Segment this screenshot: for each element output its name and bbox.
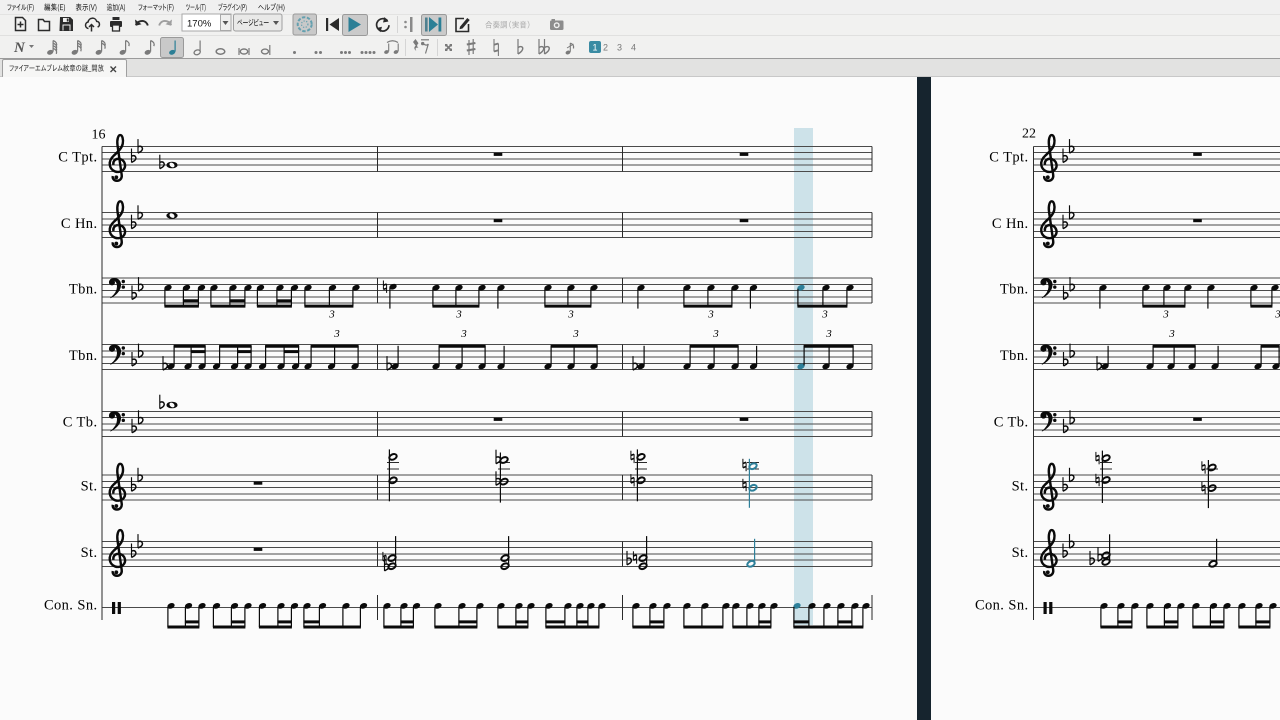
svg-text:C Hn.: C Hn. (992, 216, 1029, 232)
svg-text:Tbn.: Tbn. (69, 348, 98, 364)
svg-text:3: 3 (821, 309, 828, 321)
svg-text:C Hn.: C Hn. (61, 216, 98, 232)
svg-text:3: 3 (572, 328, 579, 340)
svg-text:Con. Sn.: Con. Sn. (975, 598, 1029, 614)
svg-text:Tbn.: Tbn. (1000, 348, 1029, 364)
svg-text:170%: 170% (187, 19, 212, 30)
svg-text:St.: St. (1012, 479, 1029, 495)
svg-text:3: 3 (825, 328, 832, 340)
svg-text:16: 16 (92, 128, 106, 143)
svg-text:C Tpt.: C Tpt. (58, 150, 97, 166)
svg-text:3: 3 (617, 43, 622, 53)
svg-text:3: 3 (460, 328, 467, 340)
svg-text:1: 1 (592, 43, 597, 53)
svg-text:3: 3 (712, 328, 719, 340)
svg-text:N: N (13, 40, 26, 56)
svg-text:C Tb.: C Tb. (994, 415, 1029, 431)
svg-text:C Tb.: C Tb. (63, 415, 98, 431)
svg-text:3: 3 (328, 309, 335, 321)
svg-text:3: 3 (567, 309, 574, 321)
svg-text:4: 4 (631, 43, 636, 53)
svg-text:3: 3 (707, 309, 714, 321)
svg-text:St.: St. (81, 545, 98, 561)
svg-text:3: 3 (333, 328, 340, 340)
svg-text:Tbn.: Tbn. (69, 282, 98, 298)
svg-text:St.: St. (1012, 545, 1029, 561)
svg-text:22: 22 (1022, 127, 1036, 142)
svg-text:C Tpt.: C Tpt. (989, 150, 1028, 166)
svg-text:St.: St. (81, 479, 98, 495)
svg-text:3: 3 (455, 309, 462, 321)
svg-text:Con. Sn.: Con. Sn. (44, 598, 98, 614)
svg-text:2: 2 (603, 43, 608, 53)
svg-text:3: 3 (1168, 328, 1175, 340)
svg-text:3: 3 (1274, 309, 1280, 321)
svg-text:3: 3 (1162, 309, 1169, 321)
svg-text:Tbn.: Tbn. (1000, 282, 1029, 298)
